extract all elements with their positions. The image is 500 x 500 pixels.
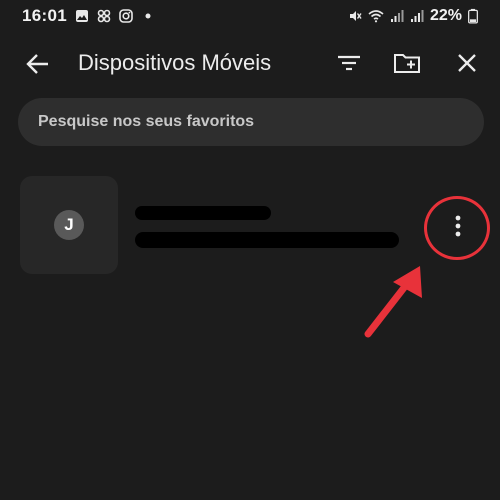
status-bar: 16:01 22% [0,0,500,32]
page-title: Dispositivos Móveis [78,50,272,75]
signal-icon [410,10,424,22]
status-bar-right: 22% [348,7,478,25]
highlight-circle [424,196,490,260]
status-time: 16:01 [22,6,67,25]
back-arrow-icon[interactable] [22,48,54,80]
item-thumbnail: J [20,176,118,274]
status-bar-left: 16:01 [22,6,155,26]
redacted-subtitle [135,232,399,248]
signal-icon [390,10,404,22]
battery-percent: 22% [429,7,462,24]
redacted-title [135,206,271,220]
close-icon[interactable] [452,48,482,78]
mute-icon [349,11,362,21]
battery-icon [468,8,478,24]
instagram-icon [119,9,133,23]
dot-icon [145,13,151,19]
app-bar: Dispositivos Móveis [0,40,500,86]
search-placeholder: Pesquise nos seus favoritos [38,113,255,130]
new-folder-icon[interactable] [392,48,422,78]
annotation-arrow-icon [364,266,422,338]
search-input[interactable]: Pesquise nos seus favoritos [18,98,484,146]
gallery-icon [75,10,88,22]
wifi-icon [368,10,384,23]
filter-icon[interactable] [334,48,364,78]
avatar: J [54,210,84,240]
slack-icon [97,9,111,23]
